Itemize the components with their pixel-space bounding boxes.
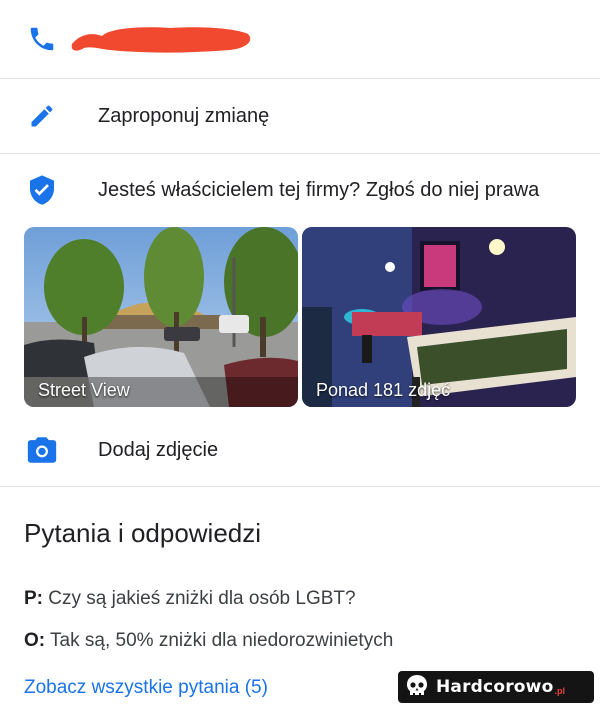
question-prefix: P: [24, 588, 43, 609]
suggest-edit-row[interactable]: Zaproponuj zmianę [0, 79, 600, 153]
qa-answer: O: Tak są, 50% zniżki dla niedorozwiniet… [24, 630, 393, 652]
qa-section-title: Pytania i odpowiedzi [24, 518, 262, 548]
phone-row[interactable] [0, 0, 600, 78]
watermark-text: Hardcorowo [436, 677, 554, 697]
see-all-questions-link[interactable]: Zobacz wszystkie pytania (5) [24, 677, 268, 699]
skull-icon [407, 675, 427, 695]
answer-prefix: O: [24, 630, 46, 651]
claim-business-row[interactable]: Jesteś właścicielem tej firmy? Zgłoś do … [0, 154, 600, 226]
pencil-icon [24, 98, 60, 134]
photo-caption: Ponad 181 zdjęć [316, 380, 451, 400]
divider [0, 486, 600, 487]
suggest-edit-label: Zaproponuj zmianę [98, 104, 270, 127]
photo-strip: Street View Ponad 181 zdjęć [24, 227, 576, 407]
street-view-tile[interactable]: Street View [24, 227, 298, 407]
claim-business-label: Jesteś właścicielem tej firmy? Zgłoś do … [98, 178, 540, 201]
add-photo-label: Dodaj zdjęcie [98, 438, 219, 461]
watermark-tld: .pl [554, 686, 565, 696]
hardcorowo-watermark: Hardcorowo .pl [398, 671, 594, 703]
add-photo-row[interactable]: Dodaj zdjęcie [0, 414, 600, 486]
phone-icon [24, 21, 60, 57]
photos-gallery-tile[interactable]: Ponad 181 zdjęć [302, 227, 576, 407]
camera-icon [24, 432, 60, 468]
place-details-page: Zaproponuj zmianę Jesteś właścicielem te… [0, 0, 600, 709]
answer-text: Tak są, 50% zniżki dla niedorozwinietych [45, 630, 394, 651]
photo-caption: Street View [38, 380, 130, 400]
qa-question: P: Czy są jakieś zniżki dla osób LGBT? [24, 588, 356, 610]
redacted-phone-number [71, 27, 251, 53]
question-text: Czy są jakieś zniżki dla osób LGBT? [43, 588, 356, 609]
verified-shield-icon [24, 172, 60, 208]
